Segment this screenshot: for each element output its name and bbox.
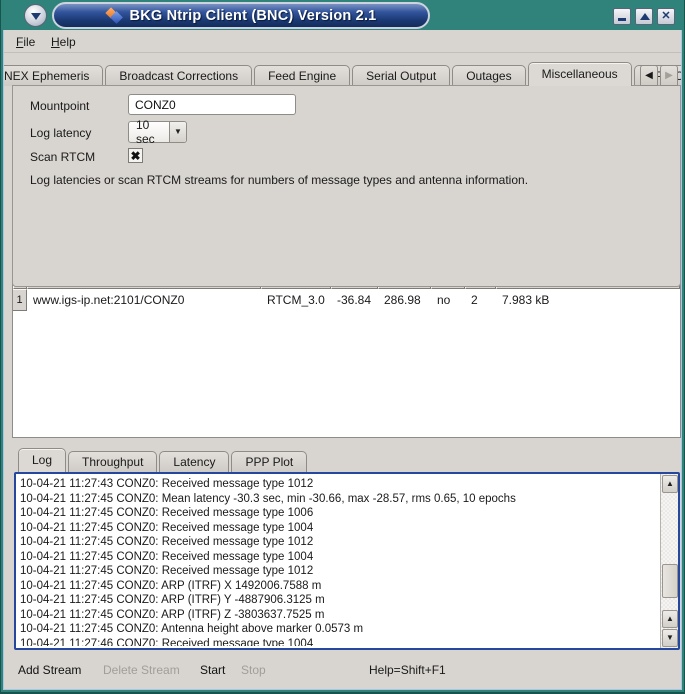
bnc-app-icon: [106, 8, 123, 23]
cell-ntrip: 2: [465, 293, 496, 307]
scroll-down-button[interactable]: ▼: [662, 629, 678, 647]
cell-nmea: no: [431, 293, 465, 307]
cell-long: 286.98: [378, 293, 431, 307]
window-body: File Help NEX Ephemeris Broadcast Correc…: [3, 30, 682, 690]
log-line: 10-04-21 11:27:43 CONZ0: Received messag…: [20, 477, 656, 492]
log-latency-label: Log latency: [30, 126, 91, 140]
menu-file[interactable]: File: [11, 33, 40, 51]
tab-feed-engine[interactable]: Feed Engine: [254, 65, 350, 86]
scan-rtcm-checkbox[interactable]: ✖: [128, 148, 143, 163]
cell-mountpoint: www.igs-ip.net:2101/CONZ0: [27, 293, 261, 307]
scrollbar-thumb[interactable]: [662, 564, 678, 598]
log-line: 10-04-21 11:27:45 CONZ0: ARP (ITRF) Z -3…: [20, 608, 656, 623]
window-title: BKG Ntrip Client (BNC) Version 2.1: [130, 8, 377, 24]
table-row[interactable]: 1 www.igs-ip.net:2101/CONZ0 RTCM_3.0 -36…: [13, 289, 680, 311]
config-tabbar: NEX Ephemeris Broadcast Corrections Feed…: [4, 62, 681, 86]
log-latency-select[interactable]: 10 sec ▼: [128, 121, 187, 143]
chevron-down-icon: ▼: [174, 127, 182, 136]
panel-note: Log latencies or scan RTCM streams for n…: [30, 173, 668, 187]
log-line: 10-04-21 11:27:46 CONZ0: Received messag…: [20, 637, 656, 647]
cell-lat: -36.84: [331, 293, 378, 307]
log-line: 10-04-21 11:27:45 CONZ0: ARP (ITRF) X 14…: [20, 579, 656, 594]
minimize-icon: [618, 18, 626, 21]
log-line: 10-04-21 11:27:45 CONZ0: Received messag…: [20, 564, 656, 579]
tab-scroll-right-button[interactable]: ▶: [660, 65, 678, 86]
tab-log[interactable]: Log: [18, 448, 66, 472]
window-menu-button[interactable]: [24, 4, 47, 27]
tab-serial-output[interactable]: Serial Output: [352, 65, 450, 86]
log-line: 10-04-21 11:27:45 CONZ0: Received messag…: [20, 550, 656, 565]
checkbox-check-icon: ✖: [130, 149, 140, 163]
mountpoint-label: Mountpoint: [30, 99, 89, 113]
cell-decoder: RTCM_3.0: [261, 293, 331, 307]
log-lines: 10-04-21 11:27:43 CONZ0: Received messag…: [20, 477, 656, 646]
log-line: 10-04-21 11:27:45 CONZ0: Mean latency -3…: [20, 492, 656, 507]
close-button[interactable]: ✕: [657, 8, 675, 25]
log-pane[interactable]: 10-04-21 11:27:43 CONZ0: Received messag…: [14, 472, 680, 650]
delete-stream-button[interactable]: Delete Stream: [103, 663, 180, 677]
menu-help[interactable]: Help: [46, 33, 81, 51]
row-number[interactable]: 1: [13, 289, 27, 311]
arrow-up-icon: ▲: [666, 479, 674, 488]
tab-throughput[interactable]: Throughput: [68, 451, 157, 472]
minimize-button[interactable]: [613, 8, 631, 25]
log-line: 10-04-21 11:27:45 CONZ0: Received messag…: [20, 521, 656, 536]
streams-table: Streams: resource loader / mountpoint de…: [12, 265, 681, 438]
maximize-button[interactable]: [635, 8, 653, 25]
titlebar[interactable]: BKG Ntrip Client (BNC) Version 2.1 ✕: [0, 0, 685, 30]
tab-ppp-plot[interactable]: PPP Plot: [231, 451, 307, 472]
close-icon: ✕: [658, 9, 674, 24]
combo-dropdown-button[interactable]: ▼: [169, 122, 186, 142]
title-bubble[interactable]: BKG Ntrip Client (BNC) Version 2.1: [52, 2, 430, 29]
tab-rinex-ephemeris[interactable]: NEX Ephemeris: [4, 65, 103, 86]
arrow-down-icon: ▼: [666, 633, 674, 642]
scan-rtcm-label: Scan RTCM: [30, 150, 95, 164]
arrow-up-icon: ▲: [666, 614, 674, 623]
help-hint: Help=Shift+F1: [369, 663, 446, 677]
arrow-right-icon: ▶: [665, 70, 673, 81]
scroll-up-button-2[interactable]: ▲: [662, 610, 678, 628]
tab-broadcast-corrections[interactable]: Broadcast Corrections: [105, 65, 252, 86]
maximize-icon: [640, 13, 650, 20]
log-latency-value: 10 sec: [129, 118, 169, 146]
scroll-up-button[interactable]: ▲: [662, 475, 678, 493]
mountpoint-input[interactable]: [128, 94, 296, 115]
log-line: 10-04-21 11:27:45 CONZ0: ARP (ITRF) Y -4…: [20, 593, 656, 608]
start-button[interactable]: Start: [200, 663, 225, 677]
log-tabbar: Log Throughput Latency PPP Plot: [14, 450, 674, 472]
stop-button[interactable]: Stop: [241, 663, 266, 677]
tab-latency[interactable]: Latency: [159, 451, 229, 472]
tab-scroll-left-button[interactable]: ◀: [640, 65, 658, 86]
add-stream-button[interactable]: Add Stream: [18, 663, 81, 677]
log-line: 10-04-21 11:27:45 CONZ0: Antenna height …: [20, 622, 656, 637]
chevron-down-icon: [31, 13, 41, 20]
arrow-left-icon: ◀: [645, 70, 653, 81]
action-bar: Add Stream Delete Stream Start Stop Help…: [4, 663, 681, 683]
log-line: 10-04-21 11:27:45 CONZ0: Received messag…: [20, 506, 656, 521]
tab-miscellaneous[interactable]: Miscellaneous: [528, 62, 632, 86]
cell-bytes: 7.983 kB: [496, 293, 680, 307]
log-scrollbar[interactable]: ▲ ▲ ▼: [660, 474, 678, 648]
log-line: 10-04-21 11:27:45 CONZ0: Received messag…: [20, 535, 656, 550]
miscellaneous-panel: Mountpoint Log latency 10 sec ▼ Scan RTC…: [12, 85, 681, 287]
menubar: File Help: [4, 30, 681, 53]
tab-outages[interactable]: Outages: [452, 65, 525, 86]
